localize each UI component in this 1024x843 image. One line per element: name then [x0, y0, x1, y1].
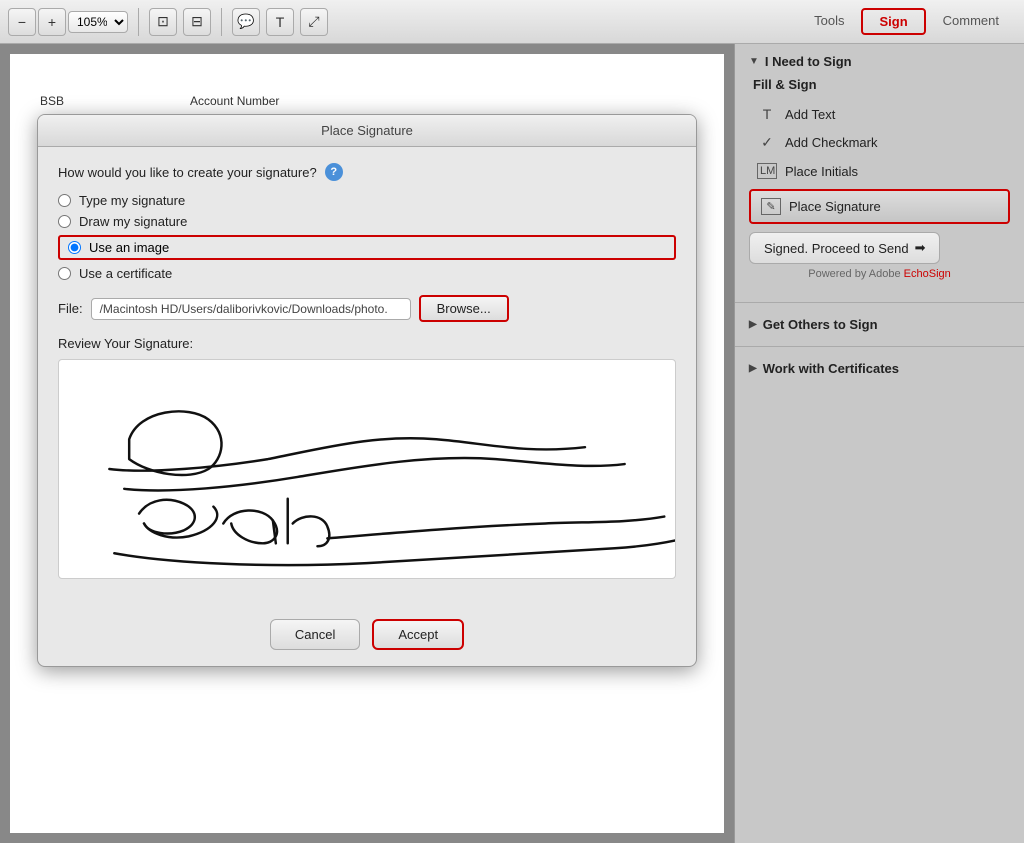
toolbar-tabs: Tools Sign Comment [797, 8, 1016, 35]
get-others-header[interactable]: ▶ Get Others to Sign [749, 317, 1010, 332]
radio-cert[interactable] [58, 267, 71, 280]
option-image-label: Use an image [89, 240, 169, 255]
zoom-select[interactable]: 105% 100% 75% 50% [68, 11, 128, 33]
place-signature-label: Place Signature [789, 199, 881, 214]
tab-tools[interactable]: Tools [797, 8, 861, 35]
add-text-item[interactable]: T Add Text [749, 100, 1010, 128]
tab-sign[interactable]: Sign [861, 8, 925, 35]
work-certs-label: Work with Certificates [763, 361, 899, 376]
dialog-title: Place Signature [38, 115, 696, 147]
add-checkmark-label: Add Checkmark [785, 135, 877, 150]
right-panel: ▼ I Need to Sign Fill & Sign T Add Text … [734, 44, 1024, 843]
proceed-label: Signed. Proceed to Send [764, 241, 909, 256]
option-type-signature[interactable]: Type my signature [58, 193, 676, 208]
signature-svg [59, 360, 675, 578]
signature-options: Type my signature Draw my signature Use … [58, 193, 676, 281]
proceed-to-send-button[interactable]: Signed. Proceed to Send ➡ [749, 232, 940, 264]
need-to-sign-title: I Need to Sign [765, 54, 852, 69]
main-area: BSB Account Number Place Signature How w… [0, 44, 1024, 843]
get-others-label: Get Others to Sign [763, 317, 878, 332]
radio-image[interactable] [68, 241, 81, 254]
file-row: File: /Macintosh HD/Users/daliborivkovic… [58, 295, 676, 322]
option-type-label: Type my signature [79, 193, 185, 208]
option-draw-label: Draw my signature [79, 214, 187, 229]
browse-button[interactable]: Browse... [419, 295, 509, 322]
dialog-overlay: Place Signature How would you like to cr… [0, 104, 734, 843]
option-draw-signature[interactable]: Draw my signature [58, 214, 676, 229]
place-signature-button[interactable]: ✎ Place Signature [749, 189, 1010, 224]
work-certs-header[interactable]: ▶ Work with Certificates [749, 361, 1010, 376]
accept-button[interactable]: Accept [372, 619, 464, 650]
expand-button[interactable]: ⤢ [300, 8, 328, 36]
zoom-out-button[interactable]: − [8, 8, 36, 36]
need-to-sign-header[interactable]: ▼ I Need to Sign [749, 54, 1010, 69]
toolbar: − + 105% 100% 75% 50% ⊡ ⊟ 💬 T ⤢ Tools Si… [0, 0, 1024, 44]
cancel-button[interactable]: Cancel [270, 619, 360, 650]
fit-page-button[interactable]: ⊡ [149, 8, 177, 36]
fit-width-button[interactable]: ⊟ [183, 8, 211, 36]
tab-comment[interactable]: Comment [926, 8, 1016, 35]
checkmark-icon: ✓ [757, 134, 777, 151]
panel-divider-2 [735, 346, 1024, 347]
signature-preview [58, 359, 676, 579]
text-icon: T [757, 106, 777, 122]
radio-draw[interactable] [58, 215, 71, 228]
option-image-box[interactable]: Use an image [58, 235, 676, 260]
powered-by-label: Powered by Adobe [808, 268, 900, 280]
help-icon[interactable]: ? [325, 163, 343, 181]
question-text: How would you like to create your signat… [58, 165, 317, 180]
need-to-sign-section: ▼ I Need to Sign Fill & Sign T Add Text … [735, 44, 1024, 296]
expand-icon-2: ▶ [749, 363, 757, 374]
file-path: /Macintosh HD/Users/daliborivkovic/Downl… [91, 298, 411, 320]
fill-sign-title: Fill & Sign [749, 77, 1010, 92]
dialog-question: How would you like to create your signat… [58, 163, 676, 181]
option-certificate[interactable]: Use a certificate [58, 266, 676, 281]
option-cert-label: Use a certificate [79, 266, 172, 281]
toolbar-separator-2 [221, 8, 222, 36]
panel-divider-1 [735, 302, 1024, 303]
text-tool-button[interactable]: T [266, 8, 294, 36]
review-label: Review Your Signature: [58, 336, 676, 351]
document-area: BSB Account Number Place Signature How w… [0, 44, 734, 843]
initials-icon: LM [757, 163, 777, 179]
signature-icon: ✎ [761, 198, 781, 215]
add-checkmark-item[interactable]: ✓ Add Checkmark [749, 128, 1010, 157]
place-signature-dialog: Place Signature How would you like to cr… [37, 114, 697, 667]
zoom-in-button[interactable]: + [38, 8, 66, 36]
file-label: File: [58, 301, 83, 316]
powered-by-text: Powered by Adobe EchoSign [749, 268, 1010, 286]
collapse-icon: ▼ [749, 56, 759, 67]
place-initials-label: Place Initials [785, 164, 858, 179]
expand-icon: ▶ [749, 319, 757, 330]
arrow-icon: ➡ [915, 240, 926, 256]
callout-button[interactable]: 💬 [232, 8, 260, 36]
echosign-link[interactable]: EchoSign [904, 268, 951, 280]
zoom-control[interactable]: − + 105% 100% 75% 50% [8, 8, 128, 36]
toolbar-separator [138, 8, 139, 36]
dialog-footer: Cancel Accept [38, 609, 696, 666]
dialog-body: How would you like to create your signat… [38, 147, 696, 609]
place-initials-item[interactable]: LM Place Initials [749, 157, 1010, 185]
work-certificates-section[interactable]: ▶ Work with Certificates [735, 353, 1024, 384]
get-others-section[interactable]: ▶ Get Others to Sign [735, 309, 1024, 340]
radio-type[interactable] [58, 194, 71, 207]
add-text-label: Add Text [785, 107, 835, 122]
